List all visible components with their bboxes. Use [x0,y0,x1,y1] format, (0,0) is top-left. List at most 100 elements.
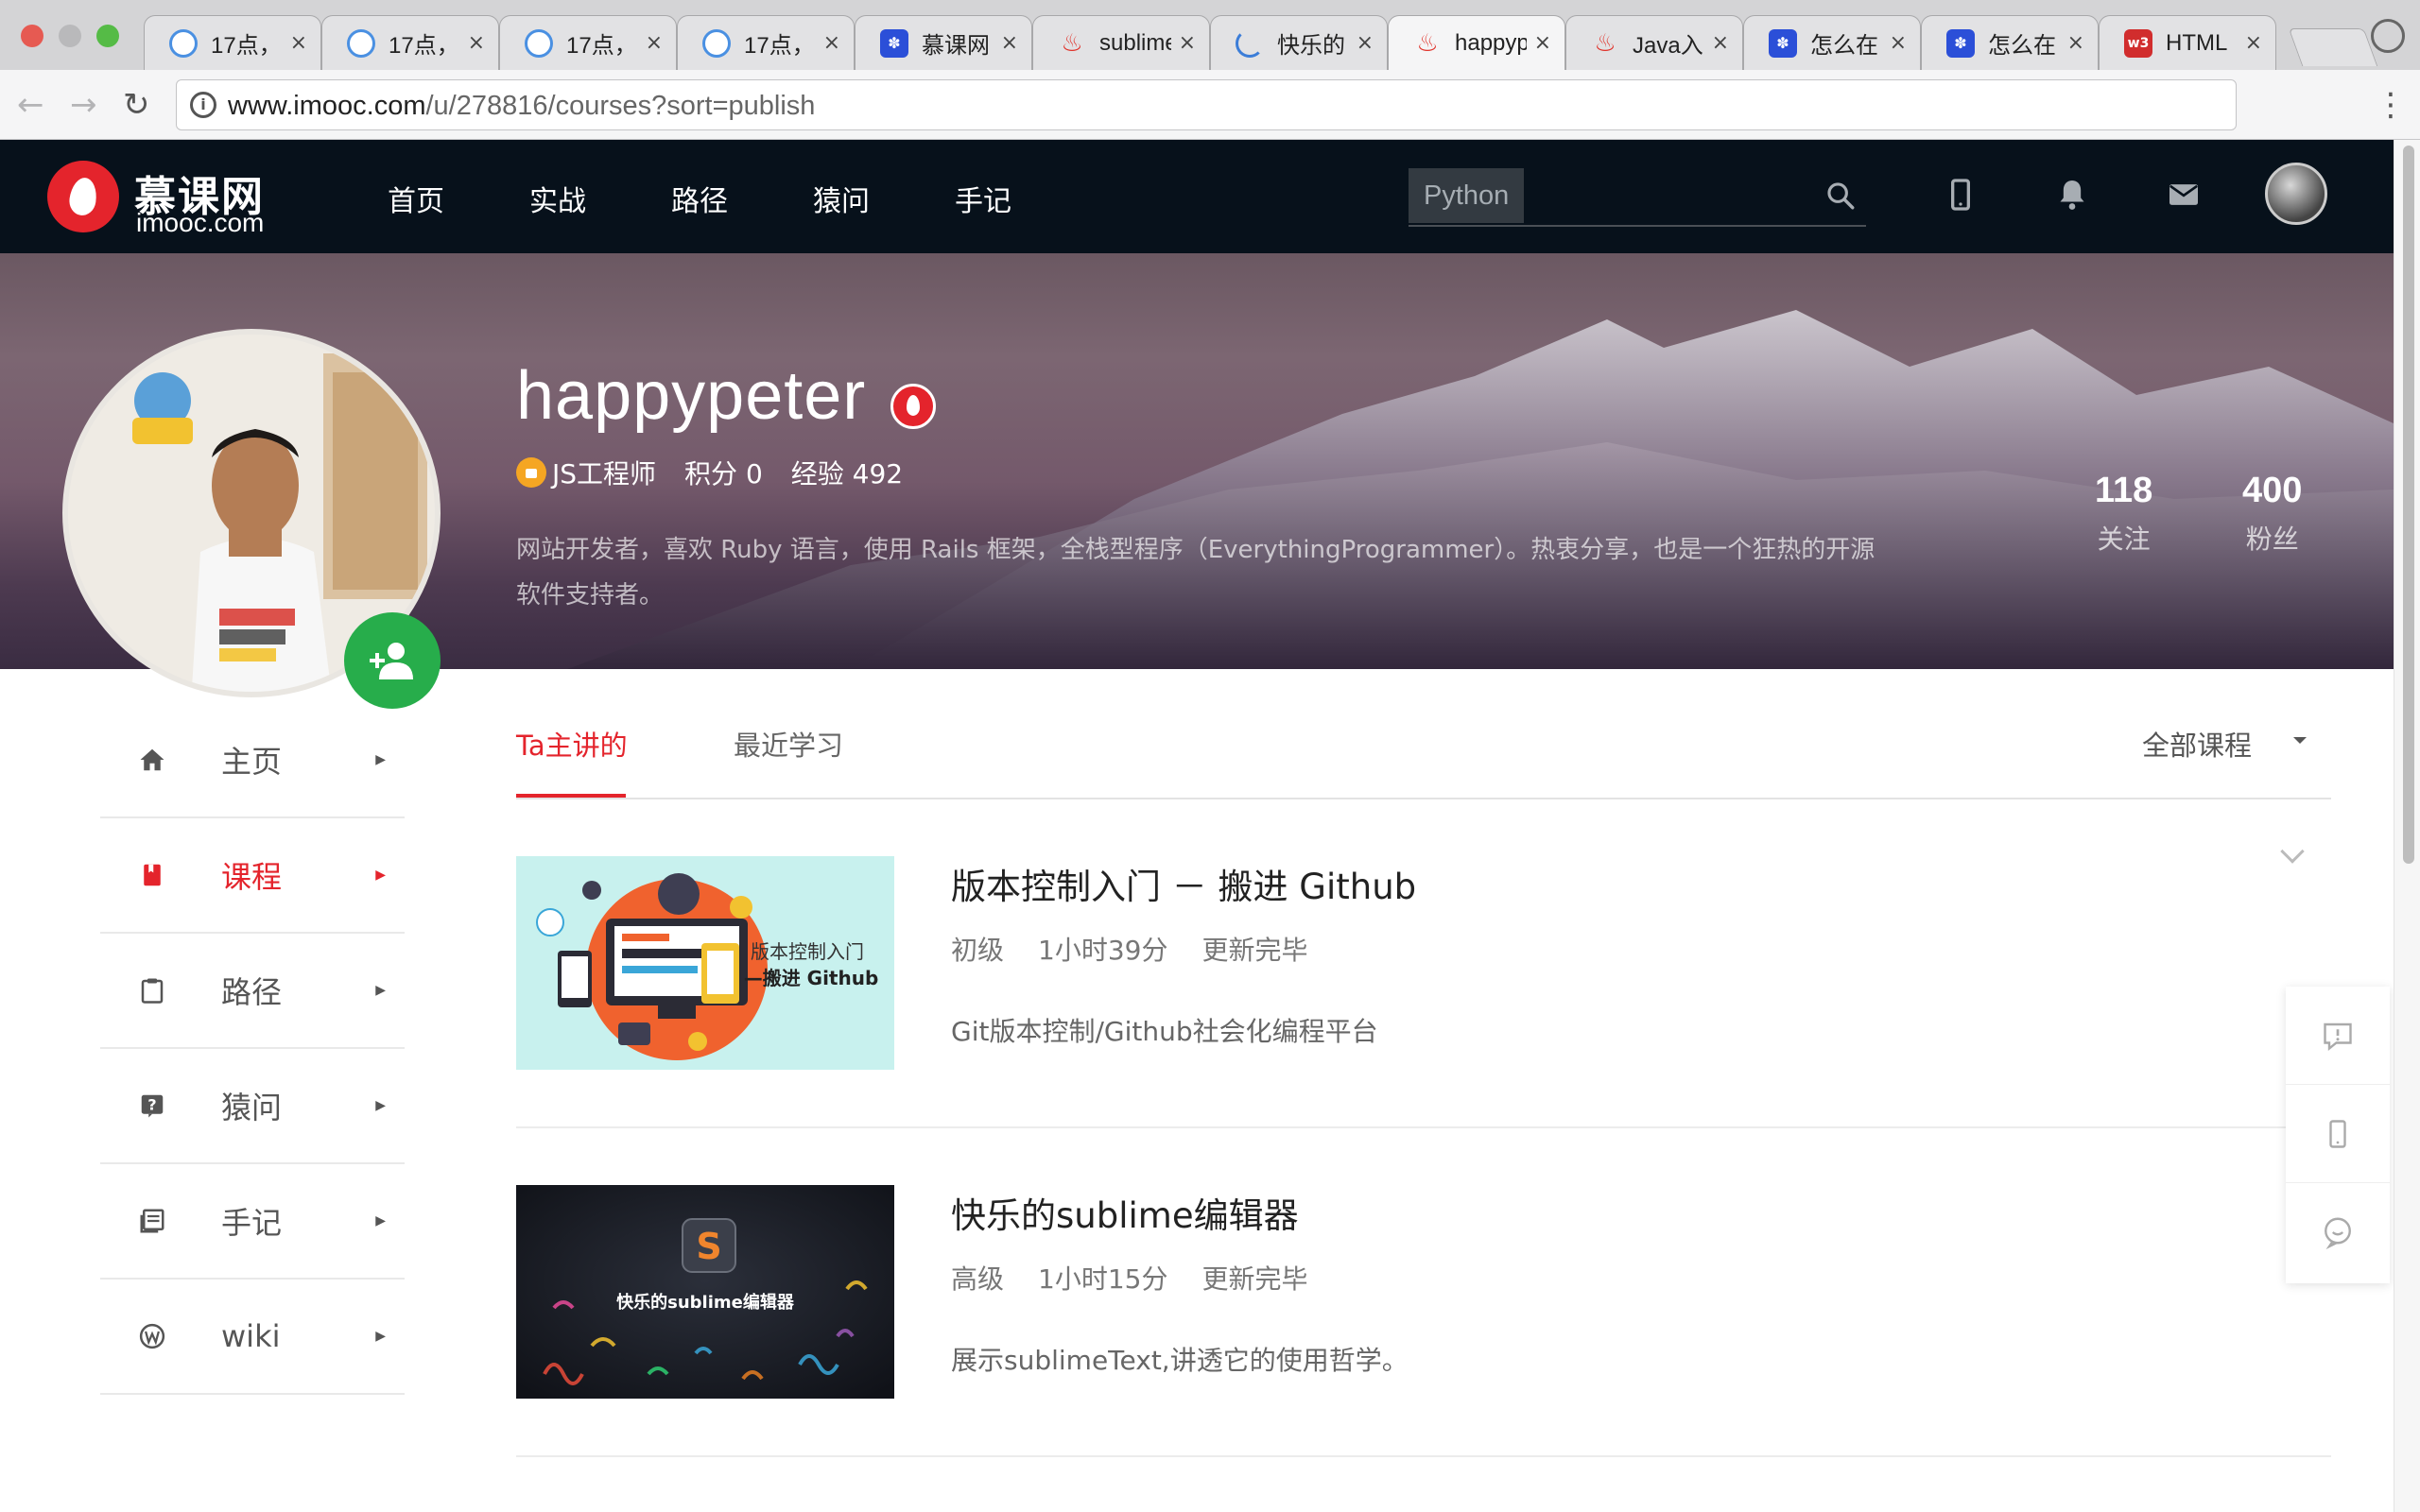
browser-tab[interactable]: 17点， × [499,15,677,70]
tab-recent-learning[interactable]: 最近学习 [734,724,843,764]
following-stat[interactable]: 118 关注 [2095,471,2152,557]
scrollbar-thumb[interactable] [2403,146,2414,864]
chevron-right-icon: ▶ [375,1329,386,1344]
reload-icon[interactable]: ↻ [123,87,150,123]
follow-user-button[interactable] [344,612,441,709]
course-thumbnail[interactable]: S 快乐的sublime编辑器 [516,1185,894,1399]
mail-icon[interactable] [2165,176,2203,214]
clock-icon [347,28,375,58]
nav-paths[interactable]: 路径 [671,178,728,219]
browser-tab[interactable]: 17点， × [677,15,855,70]
mobile-app-icon[interactable] [1942,176,1979,214]
browser-tab-active[interactable]: ♨ happyp × [1388,15,1565,70]
browser-menu-icon[interactable]: ⋮ [2375,87,2407,123]
caret-down-icon[interactable] [2293,737,2307,744]
sidebar-item-label: 手记 [221,1205,283,1241]
thumbnail-caption-line1: 版本控制入门 [751,940,864,963]
sidebar-item-notes[interactable]: 手记 ▶ [100,1164,405,1280]
sidebar-item-courses[interactable]: 课程 ▶ [100,818,405,934]
tab-close-icon[interactable]: × [290,31,307,55]
browser-tab[interactable]: ✽ 慕课网 × [855,15,1032,70]
tab-close-icon[interactable]: × [468,31,485,55]
sidebar-item-qa[interactable]: ? 猿问 ▶ [100,1049,405,1164]
search-icon[interactable] [1824,180,1857,212]
nav-notes[interactable]: 手记 [955,178,1011,219]
tab-title: 慕课网 [922,33,990,59]
browser-tab[interactable]: 17点， × [144,15,321,70]
nav-qa[interactable]: 猿问 [813,178,870,219]
course-level: 初级 [951,935,1005,966]
paw-icon: ✽ [1946,28,1975,58]
new-tab-button[interactable] [2288,28,2378,66]
browser-tab[interactable]: 快乐的 × [1210,15,1388,70]
info-icon[interactable]: i [190,92,216,118]
window-close-button[interactable] [21,25,43,47]
course-tabs: Ta主讲的 最近学习 全部课程 [516,699,2331,799]
url-bar[interactable]: i www.imooc.com/u/278816/courses?sort=pu… [176,79,2237,130]
tab-close-icon[interactable]: × [1890,31,1907,55]
clock-icon [169,28,198,58]
active-tab-indicator [516,794,626,798]
forward-arrow-icon[interactable]: → [70,87,97,123]
paw-icon: ✽ [1769,28,1797,58]
nav-practice[interactable]: 实战 [529,178,586,219]
imooc-logo-icon[interactable] [47,161,119,232]
course-description: 展示sublimeText,讲透它的使用哲学。 [951,1345,1409,1376]
verified-badge-icon [890,384,936,429]
book-icon [144,864,161,886]
feedback-icon [2324,1022,2352,1051]
course-filter-dropdown[interactable]: 全部课程 [2142,724,2252,764]
mobile-app-button[interactable] [2286,1085,2390,1183]
browser-tab[interactable]: 17点， × [321,15,499,70]
tab-close-icon[interactable]: × [646,31,663,55]
sidebar-item-paths[interactable]: 路径 ▶ [100,934,405,1049]
course-title[interactable]: 快乐的sublime编辑器 [951,1187,1299,1238]
course-thumbnail-image: 版本控制入门 —搬进 Github [516,856,894,1070]
course-thumbnail[interactable]: 版本控制入门 —搬进 Github [516,856,894,1070]
course-duration: 1小时15分 [1038,1263,1168,1295]
url-text[interactable]: www.imooc.com/u/278816/courses?sort=publ… [228,91,815,122]
browser-tab[interactable]: ✽ 怎么在 × [1921,15,2099,70]
feedback-button[interactable] [2286,987,2390,1085]
browser-tab[interactable]: ♨ sublime × [1032,15,1210,70]
search-hot-tag[interactable]: Python [1409,168,1525,223]
window-minimize-button[interactable] [59,25,81,47]
browser-tab[interactable]: ✽ 怎么在 × [1743,15,1921,70]
profile-meta: JS工程师 积分 0 经验 492 [516,454,931,491]
tab-title: 17点， [389,33,459,59]
sidebar-item-wiki[interactable]: wiki ▶ [100,1280,405,1395]
sidebar-item-label: 课程 [221,859,283,895]
search-input[interactable]: Python [1409,168,1866,227]
chevron-right-icon: ▶ [375,752,386,767]
nav-home[interactable]: 首页 [388,178,444,219]
chat-button[interactable] [2286,1183,2390,1281]
tab-taught-courses[interactable]: Ta主讲的 [516,724,628,764]
page-scrollbar[interactable] [2394,140,2420,1512]
tab-close-icon[interactable]: × [2067,31,2084,55]
tab-close-icon[interactable]: × [1001,31,1018,55]
notification-bell-icon[interactable] [2053,176,2091,214]
back-arrow-icon[interactable]: ← [17,87,44,123]
tab-close-icon[interactable]: × [823,31,840,55]
window-maximize-button[interactable] [96,25,119,47]
browser-tab[interactable]: ♨ Java入 × [1565,15,1743,70]
tab-close-icon[interactable]: × [2245,31,2262,55]
course-duration: 1小时39分 [1038,935,1168,966]
fans-stat[interactable]: 400 粉丝 [2242,471,2302,557]
sidebar-item-home[interactable]: 主页 ▶ [100,703,405,818]
tab-close-icon[interactable]: × [1534,31,1551,55]
user-avatar-small[interactable] [2265,163,2327,225]
chevron-down-icon[interactable] [2280,839,2305,864]
browser-profile-icon[interactable] [2371,19,2405,53]
tab-close-icon[interactable]: × [1357,31,1374,55]
course-item[interactable]: 版本控制入门 —搬进 Github 版本控制入门 － 搬进 Github 初级 … [516,835,2331,1128]
course-title[interactable]: 版本控制入门 － 搬进 Github [951,858,1416,909]
logo-domain-text[interactable]: imooc.com [136,208,264,238]
browser-tab[interactable]: w3 HTML × [2099,15,2276,70]
course-item[interactable]: S 快乐的sublime编辑器 快乐的sublime编辑器 高级 1小时15分 … [516,1164,2331,1457]
course-thumbnail-image: S 快乐的sublime编辑器 [516,1185,894,1399]
profile-experience: 经验 492 [790,458,904,490]
tab-close-icon[interactable]: × [1712,31,1729,55]
tab-close-icon[interactable]: × [1179,31,1196,55]
course-description: Git版本控制/Github社会化编程平台 [951,1016,1378,1047]
